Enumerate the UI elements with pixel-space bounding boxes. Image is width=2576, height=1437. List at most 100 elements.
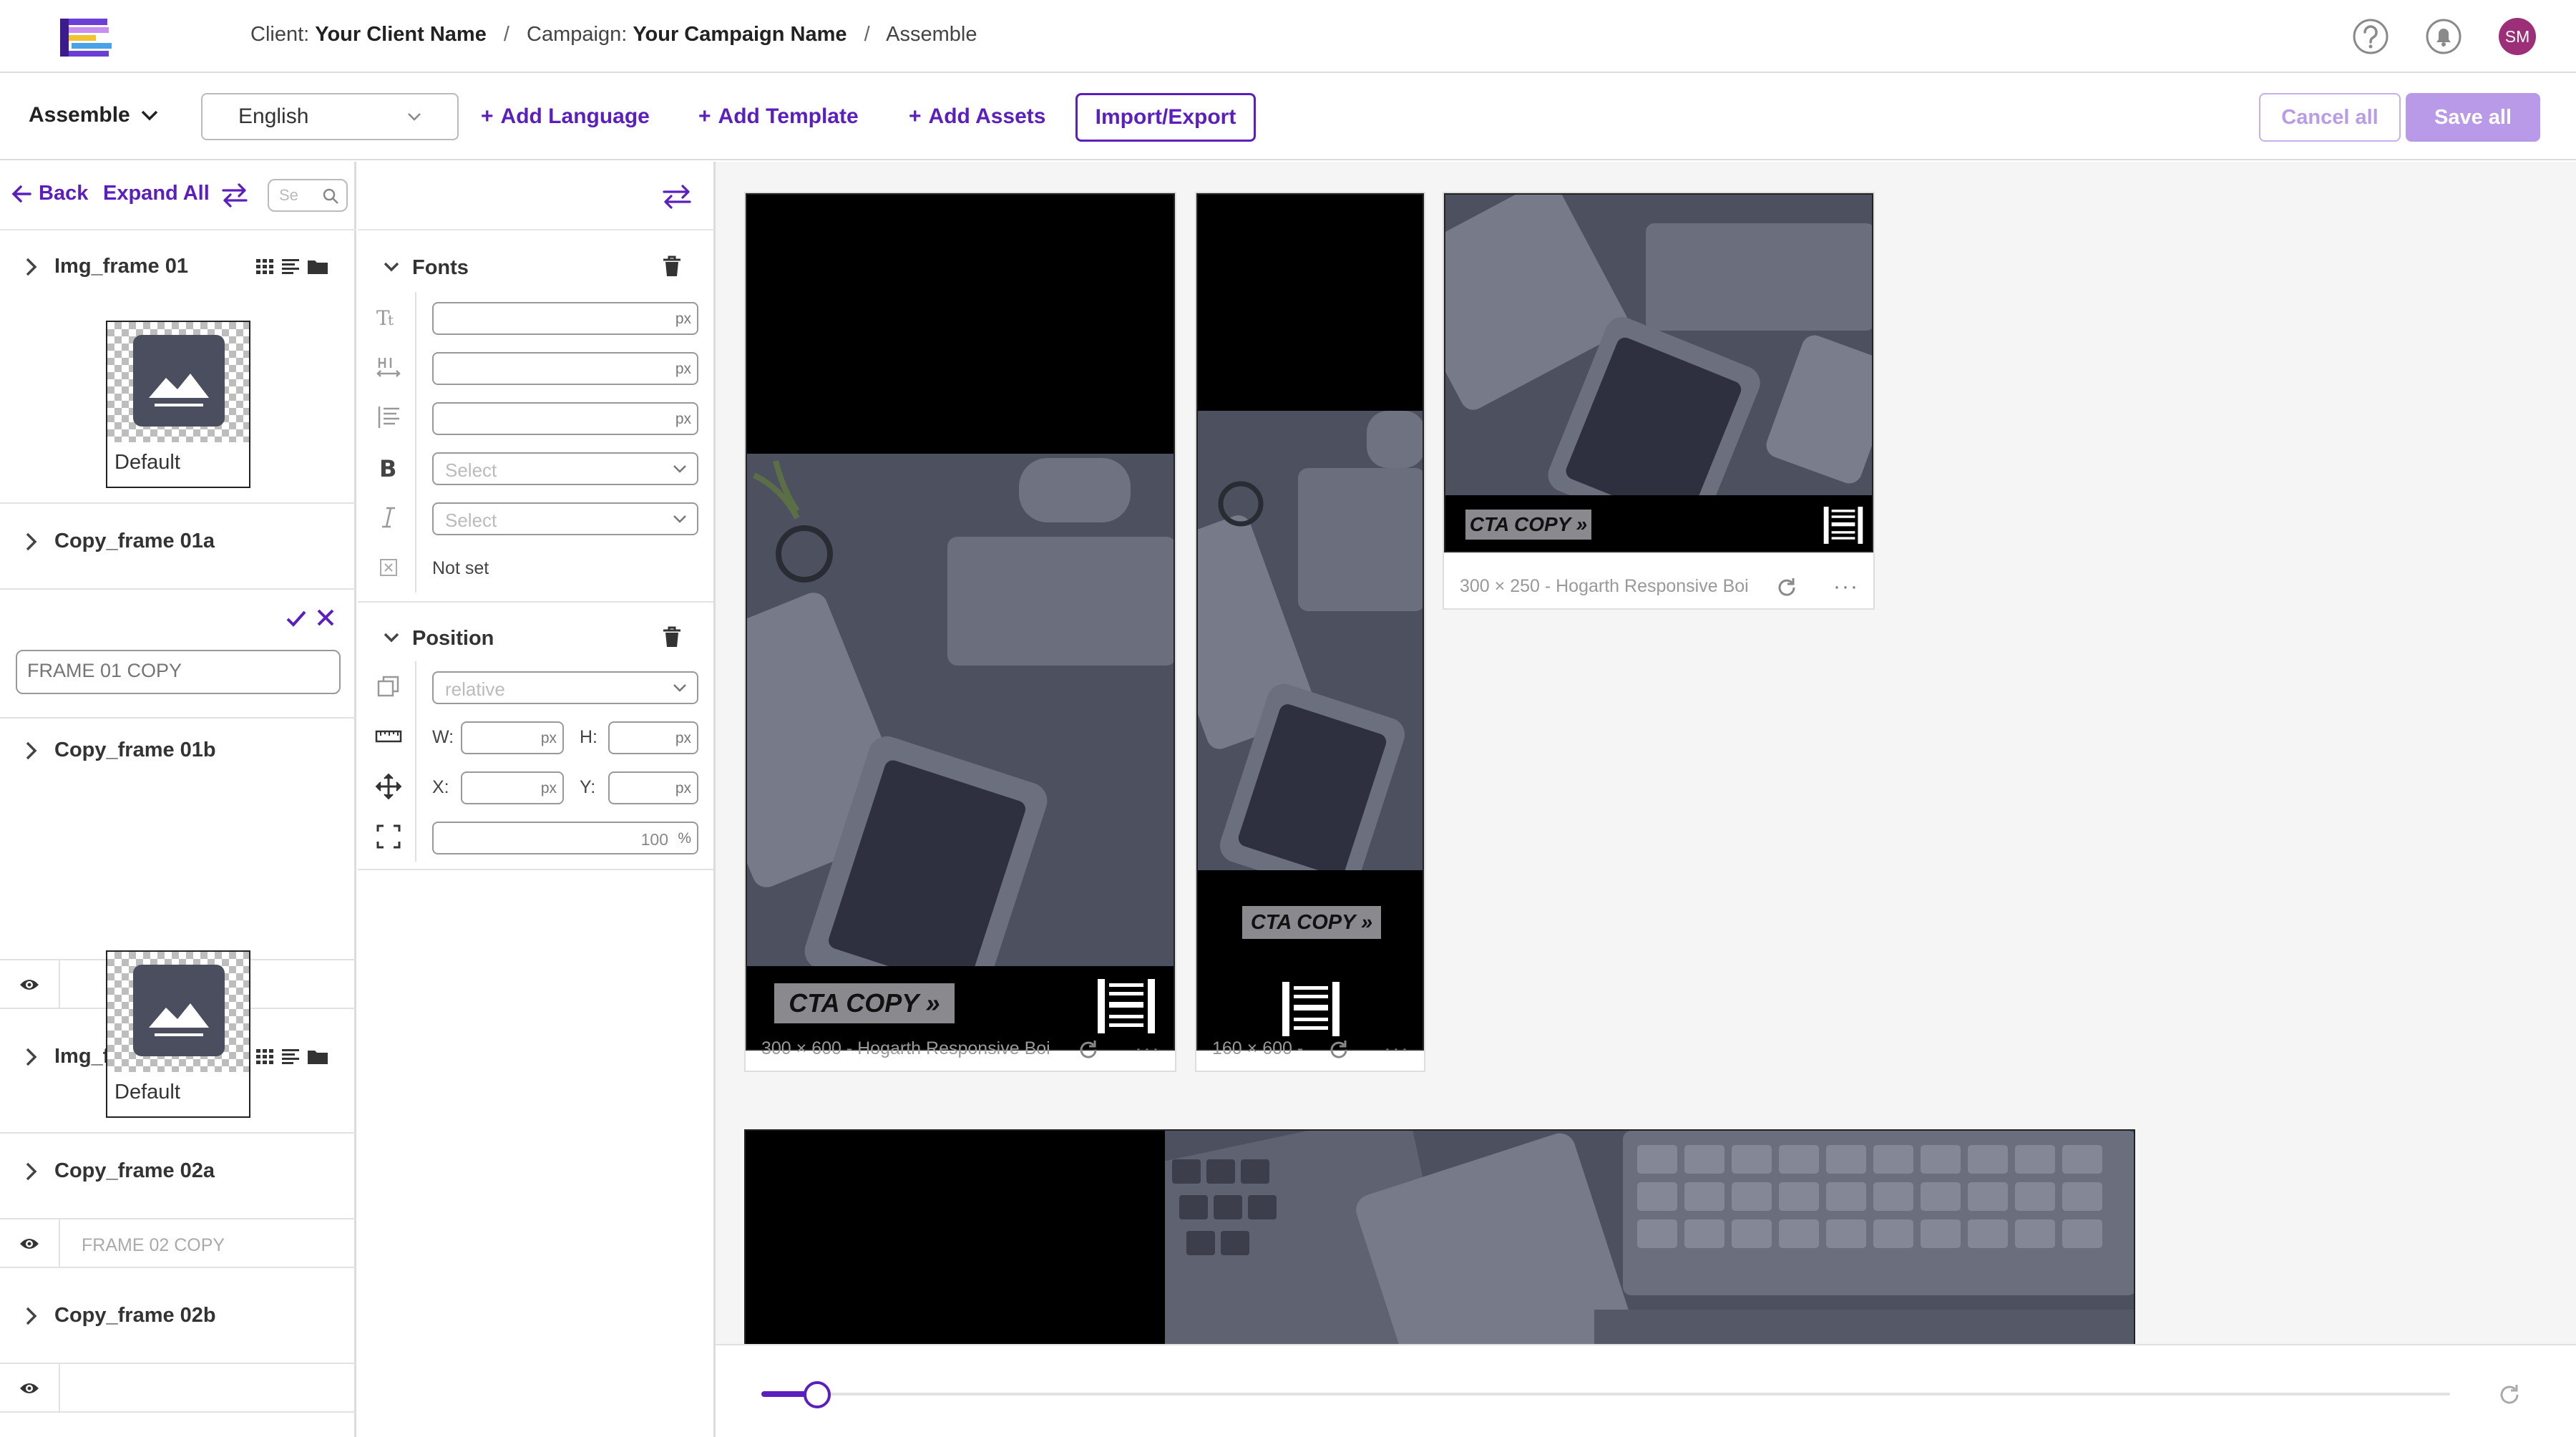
add-assets-button[interactable]: + Add Assets <box>909 104 1045 129</box>
layer-row-copy-frame-01b[interactable]: Copy_frame 01b <box>0 721 356 780</box>
refresh-icon[interactable] <box>1776 577 1797 598</box>
divider <box>415 542 416 593</box>
font-size-input[interactable]: px <box>432 302 698 335</box>
import-export-button[interactable]: Import/Export <box>1075 93 1256 142</box>
grid-icon[interactable] <box>255 256 275 276</box>
chevron-right-icon[interactable] <box>21 256 40 278</box>
breadcrumb-separator: / <box>864 23 870 46</box>
copy-preview-row <box>0 1363 356 1413</box>
height-input[interactable]: px <box>608 721 698 754</box>
search-icon <box>323 188 338 204</box>
divider <box>0 717 356 718</box>
cta-button[interactable]: CTA COPY » <box>1242 906 1381 939</box>
layer-search-input[interactable]: Se <box>268 179 348 212</box>
refresh-icon[interactable] <box>2497 1383 2522 1407</box>
color-icon[interactable] <box>375 554 402 581</box>
banner-card-160x600[interactable]: CTA COPY » 160 × 600 - ··· <box>1195 192 1425 1072</box>
chevron-down-icon <box>673 684 686 692</box>
folder-icon[interactable] <box>306 256 329 276</box>
copy-text-input[interactable] <box>16 650 341 694</box>
folder-icon[interactable] <box>306 1046 329 1066</box>
y-input[interactable]: px <box>608 771 698 804</box>
banner-preview[interactable]: CTA COPY » <box>1196 193 1424 1051</box>
chevron-right-icon[interactable] <box>21 1161 40 1182</box>
line-height-icon <box>378 406 399 428</box>
trash-icon[interactable] <box>661 625 683 648</box>
logo[interactable] <box>56 16 116 59</box>
refresh-icon[interactable] <box>1078 1039 1099 1061</box>
eye-icon[interactable] <box>19 1235 40 1252</box>
more-icon[interactable]: ··· <box>1384 1038 1410 1060</box>
mode-select[interactable]: Assemble <box>29 103 159 127</box>
layer-row-img-frame-01[interactable]: Img_frame 01 <box>0 238 356 296</box>
text-lines-icon[interactable] <box>280 1046 301 1066</box>
banner-preview[interactable]: CTA COPY » <box>746 193 1175 1051</box>
client-name[interactable]: Your Client Name <box>315 23 487 46</box>
asset-thumbnail[interactable]: Default <box>106 950 250 1118</box>
add-template-button[interactable]: + Add Template <box>698 104 859 129</box>
text-lines-icon[interactable] <box>280 256 301 276</box>
eye-icon[interactable] <box>19 976 40 993</box>
more-icon[interactable]: ··· <box>1833 576 1859 598</box>
chevron-down-icon[interactable] <box>382 258 401 276</box>
avatar[interactable]: SM <box>2499 18 2536 55</box>
scale-input[interactable]: 100 % <box>432 822 698 854</box>
card-caption: 300 × 600 - Hogarth Responsive Boi <box>761 1038 1050 1058</box>
banner-preview[interactable] <box>744 1129 2135 1344</box>
asset-thumbnail[interactable]: Default <box>106 321 250 488</box>
swap-icon[interactable] <box>220 182 249 208</box>
bell-icon[interactable] <box>2424 17 2463 56</box>
banner-card-wide[interactable] <box>744 1129 2137 1344</box>
check-icon[interactable] <box>285 607 308 630</box>
letter-spacing-row: px <box>358 342 713 392</box>
banner-card-300x250[interactable]: CTA COPY » 300 × 250 - Hogarth Responsiv… <box>1443 192 1875 610</box>
banner-preview[interactable]: CTA COPY » <box>1444 193 1873 552</box>
preview-canvas[interactable]: CTA COPY » 300 × 600 - Hogarth Responsiv… <box>716 162 2576 1344</box>
cancel-all-button[interactable]: Cancel all <box>2259 93 2401 142</box>
chevron-right-icon[interactable] <box>21 531 40 552</box>
chevron-right-icon[interactable] <box>21 740 40 761</box>
chevron-down-icon[interactable] <box>382 628 401 647</box>
unit-label: px <box>675 361 691 377</box>
cta-button[interactable]: CTA COPY » <box>774 983 955 1023</box>
divider <box>415 661 416 711</box>
fonts-section-header[interactable]: Fonts <box>358 246 713 289</box>
eye-icon[interactable] <box>19 1380 40 1397</box>
layer-row-copy-frame-01a[interactable]: Copy_frame 01a <box>0 512 356 571</box>
help-icon[interactable] <box>2351 17 2390 56</box>
line-height-input[interactable]: px <box>432 402 698 435</box>
banner-card-300x600[interactable]: CTA COPY » 300 × 600 - Hogarth Responsiv… <box>744 192 1176 1072</box>
chevron-right-icon[interactable] <box>21 1305 40 1327</box>
width-input[interactable]: px <box>461 721 564 754</box>
font-style-row: Select <box>358 492 713 542</box>
back-button[interactable]: Back <box>11 182 88 205</box>
x-input[interactable]: px <box>461 771 564 804</box>
height-label: H: <box>580 727 597 747</box>
letter-spacing-input[interactable]: px <box>432 352 698 385</box>
font-weight-select[interactable]: Select <box>432 452 698 485</box>
font-style-select[interactable]: Select <box>432 502 698 535</box>
language-select[interactable]: English <box>201 93 459 140</box>
add-language-button[interactable]: + Add Language <box>481 104 650 129</box>
position-type-select[interactable]: relative <box>432 671 698 704</box>
save-all-button[interactable]: Save all <box>2406 93 2540 142</box>
position-section-header[interactable]: Position <box>358 617 713 660</box>
add-assets-label: Add Assets <box>928 104 1046 128</box>
refresh-icon[interactable] <box>1328 1039 1350 1061</box>
layer-row-copy-frame-02a[interactable]: Copy_frame 02a <box>0 1142 356 1201</box>
swap-icon[interactable] <box>661 183 693 209</box>
trash-icon[interactable] <box>661 255 683 278</box>
black-panel <box>747 195 1174 454</box>
chevron-right-icon[interactable] <box>21 1046 40 1068</box>
layer-row-copy-frame-02b[interactable]: Copy_frame 02b <box>0 1287 356 1345</box>
close-icon[interactable] <box>315 607 336 628</box>
campaign-name[interactable]: Your Campaign Name <box>633 23 847 46</box>
grid-icon[interactable] <box>255 1046 275 1066</box>
cta-button[interactable]: CTA COPY » <box>1465 510 1591 540</box>
expand-all-button[interactable]: Expand All <box>103 182 210 205</box>
zoom-slider-track[interactable] <box>761 1381 2450 1408</box>
zoom-slider-handle[interactable] <box>804 1381 831 1408</box>
chevron-down-icon <box>673 465 686 473</box>
width-label: W: <box>432 727 454 747</box>
more-icon[interactable]: ··· <box>1135 1038 1161 1060</box>
